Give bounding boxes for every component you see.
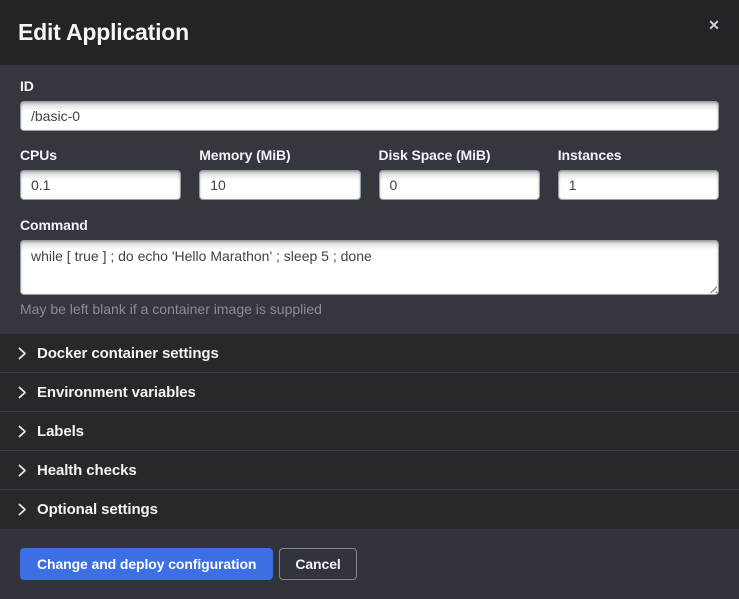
section-environment-variables[interactable]: Environment variables — [0, 373, 739, 412]
memory-input[interactable] — [199, 170, 360, 200]
resources-field-row: CPUs Memory (MiB) Disk Space (MiB) Insta… — [20, 147, 719, 200]
edit-application-form: ID CPUs Memory (MiB) Disk Space (MiB) In… — [0, 65, 739, 334]
memory-field-group: Memory (MiB) — [199, 147, 360, 200]
modal-header: Edit Application ✕ — [0, 0, 739, 65]
id-field-group: ID — [20, 78, 719, 131]
memory-field-label: Memory (MiB) — [199, 147, 360, 163]
section-title: Health checks — [37, 462, 137, 479]
command-textarea[interactable]: while [ true ] ; do echo 'Hello Marathon… — [20, 240, 719, 295]
disk-space-field-label: Disk Space (MiB) — [379, 147, 540, 163]
command-field-label: Command — [20, 217, 719, 233]
cancel-button[interactable]: Cancel — [279, 548, 356, 580]
section-title: Environment variables — [37, 384, 196, 401]
command-help-text: May be left blank if a container image i… — [20, 301, 719, 317]
command-field-group: Command while [ true ] ; do echo 'Hello … — [20, 217, 719, 317]
section-title: Docker container settings — [37, 345, 219, 362]
modal-title: Edit Application — [18, 19, 189, 46]
edit-application-modal: Edit Application ✕ ID CPUs Memory (MiB) … — [0, 0, 739, 599]
section-title: Labels — [37, 423, 84, 440]
cpus-input[interactable] — [20, 170, 181, 200]
close-icon[interactable]: ✕ — [704, 15, 724, 35]
section-labels[interactable]: Labels — [0, 412, 739, 451]
cpus-field-label: CPUs — [20, 147, 181, 163]
chevron-right-icon — [18, 464, 27, 477]
chevron-right-icon — [18, 503, 27, 516]
chevron-right-icon — [18, 425, 27, 438]
instances-input[interactable] — [558, 170, 719, 200]
id-input[interactable] — [20, 101, 719, 131]
section-optional-settings[interactable]: Optional settings — [0, 490, 739, 529]
modal-footer: Change and deploy configuration Cancel — [0, 529, 739, 599]
cpus-field-group: CPUs — [20, 147, 181, 200]
chevron-right-icon — [18, 386, 27, 399]
instances-field-label: Instances — [558, 147, 719, 163]
change-and-deploy-button[interactable]: Change and deploy configuration — [20, 548, 273, 580]
section-title: Optional settings — [37, 501, 158, 518]
id-field-label: ID — [20, 78, 719, 94]
chevron-right-icon — [18, 347, 27, 360]
disk-space-field-group: Disk Space (MiB) — [379, 147, 540, 200]
accordion-sections: Docker container settings Environment va… — [0, 334, 739, 529]
disk-space-input[interactable] — [379, 170, 540, 200]
instances-field-group: Instances — [558, 147, 719, 200]
section-health-checks[interactable]: Health checks — [0, 451, 739, 490]
section-docker-container-settings[interactable]: Docker container settings — [0, 334, 739, 373]
